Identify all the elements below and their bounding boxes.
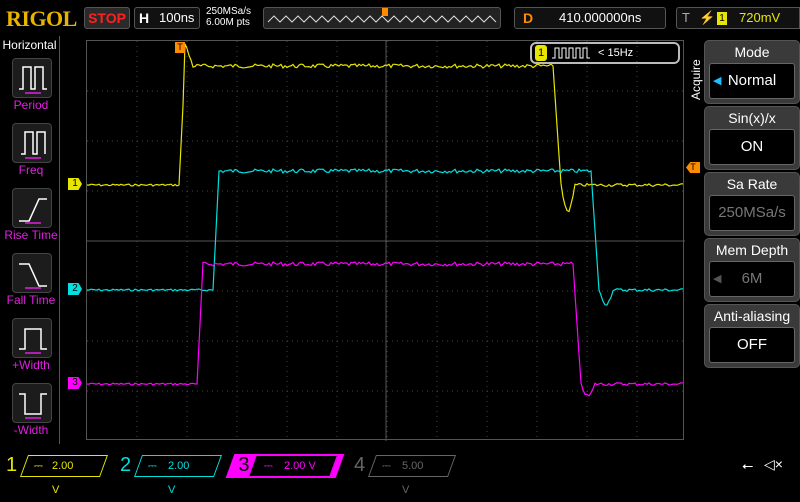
rise-time-button[interactable] bbox=[12, 188, 52, 228]
rising-edge-icon: ⚡ bbox=[699, 10, 716, 25]
channel-1-scale: 2.00 V bbox=[52, 460, 74, 496]
menu-label: Freq bbox=[18, 163, 44, 177]
trigger-source: 1 bbox=[717, 12, 727, 25]
anti-aliasing-label: Anti-aliasing bbox=[713, 308, 791, 324]
freq-icon bbox=[21, 131, 46, 159]
d-label: D bbox=[523, 10, 534, 26]
mem-depth-softkey[interactable]: Mem Depth ◀ 6M bbox=[704, 238, 800, 302]
fall-time-icon bbox=[19, 263, 47, 289]
channel-2-scale: 2.00 V bbox=[168, 460, 190, 496]
mem-depth-label: Mem Depth bbox=[715, 242, 789, 258]
mode-softkey[interactable]: Mode ◀ Normal bbox=[704, 40, 800, 104]
timebase-value: 100ns bbox=[159, 10, 195, 25]
period-button[interactable] bbox=[12, 58, 52, 98]
menu-title: Horizontal bbox=[2, 38, 57, 52]
h-label: H bbox=[139, 10, 150, 26]
channel-4-scale: 5.00 V bbox=[402, 460, 424, 496]
menu-label: Rise Time bbox=[4, 228, 58, 242]
counter-channel: 1 bbox=[535, 45, 547, 61]
trigger-box[interactable]: T ⚡ 1 720mV bbox=[676, 7, 800, 29]
run-stop-button[interactable]: STOP bbox=[84, 7, 130, 29]
rise-time-icon bbox=[19, 198, 47, 224]
channel-3-trace bbox=[86, 261, 684, 397]
period-icon bbox=[19, 66, 47, 94]
menu-label: -Width bbox=[13, 423, 49, 437]
mode-label: Mode bbox=[734, 44, 770, 60]
counter-value: < 15Hz bbox=[598, 47, 634, 59]
sinx-value: ON bbox=[709, 129, 795, 165]
trigger-level: 720mV bbox=[739, 10, 781, 25]
mem-depth-value: ◀ 6M bbox=[709, 261, 795, 297]
menu-label: Period bbox=[13, 98, 49, 112]
mode-value: ◀ Normal bbox=[709, 63, 795, 99]
usb-icon: ⭠ bbox=[742, 457, 754, 473]
sinx-softkey[interactable]: Sin(x)/x ON bbox=[704, 106, 800, 170]
sample-rate: 250MSa/s bbox=[206, 6, 252, 17]
channel-3-marker[interactable]: 3 bbox=[68, 377, 82, 389]
sa-rate-softkey[interactable]: Sa Rate 250MSa/s bbox=[704, 172, 800, 236]
anti-aliasing-softkey[interactable]: Anti-aliasing OFF bbox=[704, 304, 800, 368]
memory-overview bbox=[263, 7, 501, 29]
delay-box[interactable]: D 410.000000ns bbox=[514, 7, 666, 29]
frequency-counter[interactable]: 1 < 15Hz bbox=[530, 42, 680, 64]
plus-width-button[interactable] bbox=[12, 318, 52, 358]
channel-1-trace bbox=[86, 43, 684, 213]
sa-rate-value: 250MSa/s bbox=[709, 195, 795, 231]
select-arrow-icon: ◀ bbox=[713, 75, 722, 87]
trigger-level-marker[interactable]: T bbox=[686, 162, 700, 173]
anti-aliasing-value: OFF bbox=[709, 327, 795, 363]
rigol-logo: RIGOL bbox=[6, 6, 77, 31]
pulse-icon bbox=[552, 47, 590, 59]
channel-3-status[interactable]: 3 ⎓ 2.00 V bbox=[225, 454, 345, 478]
channel-bar: 1 ⎓ 2.00 V 2 ⎓ 2.00 V 3 ⎓ 2.00 V 4 ⎓ 5.00 V ⭠… bbox=[0, 452, 800, 496]
mem-points: 6.00M pts bbox=[206, 17, 250, 28]
t-label: T bbox=[682, 10, 690, 25]
menu-label: +Width bbox=[12, 358, 50, 372]
timebase-box[interactable]: H 100ns bbox=[134, 7, 200, 29]
trigger-position-marker: T bbox=[175, 42, 185, 53]
waveform-display bbox=[86, 41, 685, 441]
sa-rate-label: Sa Rate bbox=[726, 176, 778, 192]
channel-1-marker[interactable]: 1 bbox=[68, 178, 82, 190]
waveform-grid bbox=[86, 40, 685, 441]
minus-width-icon bbox=[19, 393, 47, 419]
select-arrow-icon: ◀ bbox=[713, 273, 722, 285]
freq-button[interactable] bbox=[12, 123, 52, 163]
plus-width-icon bbox=[19, 328, 47, 354]
trigger-position-marker bbox=[382, 8, 388, 16]
channel-2-marker[interactable]: 2 bbox=[68, 283, 82, 295]
acquire-menu: Mode ◀ Normal Sin(x)/x ON Sa Rate 250MSa/s M… bbox=[704, 36, 800, 444]
channel-2-trace bbox=[86, 168, 684, 306]
channel-3-scale: 2.00 V bbox=[284, 460, 316, 472]
sinx-label: Sin(x)/x bbox=[728, 110, 776, 126]
menu-label: Fall Time bbox=[6, 293, 56, 307]
delay-value: 410.000000ns bbox=[559, 10, 642, 25]
speaker-muted-icon[interactable]: ◁× bbox=[764, 456, 783, 473]
fall-time-button[interactable] bbox=[12, 253, 52, 293]
memory-waveform bbox=[267, 8, 497, 23]
minus-width-button[interactable] bbox=[12, 383, 52, 423]
acquire-menu-title: Acquire bbox=[689, 59, 703, 100]
acq-info: 250MSa/s 6.00M pts bbox=[206, 6, 251, 28]
